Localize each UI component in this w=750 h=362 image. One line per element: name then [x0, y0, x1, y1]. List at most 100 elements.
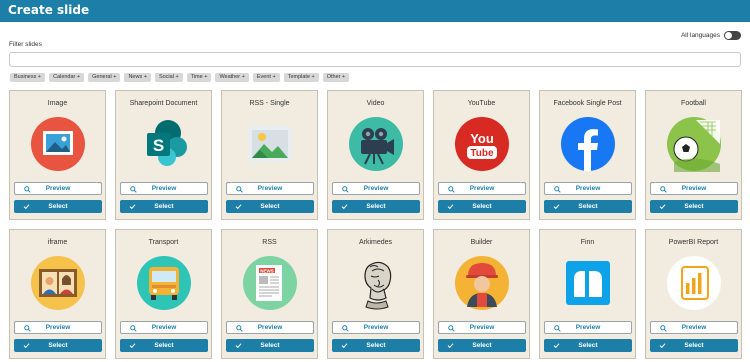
tag-event[interactable]: Event + [252, 73, 280, 82]
select-label: Select [472, 203, 492, 210]
youtube-icon: You Tube [455, 117, 509, 171]
search-icon [24, 325, 31, 332]
slide-card-youtube: YouTube You Tube Preview Select [433, 90, 530, 220]
preview-label: Preview [151, 324, 177, 331]
tag-time[interactable]: Time + [186, 73, 212, 82]
preview-button[interactable]: Preview [14, 182, 102, 195]
select-button[interactable]: Select [650, 200, 738, 213]
checkmark-icon [659, 204, 666, 210]
preview-button[interactable]: Preview [226, 321, 314, 334]
tag-template[interactable]: Template + [283, 73, 319, 82]
tag-calendar[interactable]: Calendar + [49, 73, 85, 82]
slide-title: PowerBI Report [668, 239, 719, 246]
slide-title: Image [47, 100, 68, 107]
select-button[interactable]: Select [332, 339, 420, 352]
preview-button[interactable]: Preview [544, 182, 632, 195]
slide-title: Video [366, 100, 385, 107]
filter-slides-input[interactable] [9, 52, 741, 67]
slide-title: Sharepoint Document [129, 100, 198, 107]
select-label: Select [260, 342, 280, 349]
preview-button[interactable]: Preview [120, 321, 208, 334]
svg-text:You: You [470, 131, 494, 146]
select-label: Select [154, 342, 174, 349]
tag-general[interactable]: General + [88, 73, 121, 82]
tag-social[interactable]: Social + [154, 73, 183, 82]
checkmark-icon [129, 343, 136, 349]
search-icon [342, 325, 349, 332]
checkmark-icon [235, 343, 242, 349]
tag-weather[interactable]: Weather + [215, 73, 249, 82]
search-icon [342, 186, 349, 193]
slide-title: Transport [148, 239, 179, 246]
select-button[interactable]: Select [120, 200, 208, 213]
slide-title: RSS - Single [249, 100, 290, 107]
filter-label: Filter slides [9, 41, 42, 48]
select-button[interactable]: Select [650, 339, 738, 352]
search-icon [660, 186, 667, 193]
preview-button[interactable]: Preview [226, 182, 314, 195]
preview-button[interactable]: Preview [544, 321, 632, 334]
checkmark-icon [341, 343, 348, 349]
checkmark-icon [553, 343, 560, 349]
preview-button[interactable]: Preview [438, 182, 526, 195]
preview-button[interactable]: Preview [14, 321, 102, 334]
select-label: Select [684, 342, 704, 349]
facebook-icon [561, 117, 615, 171]
checkmark-icon [129, 204, 136, 210]
all-languages-toggle[interactable] [724, 31, 741, 40]
preview-label: Preview [681, 324, 707, 331]
select-label: Select [48, 203, 68, 210]
slide-title: Arkimedes [358, 239, 393, 246]
select-button[interactable]: Select [14, 339, 102, 352]
image-icon [31, 117, 85, 171]
preview-button[interactable]: Preview [332, 321, 420, 334]
preview-label: Preview [575, 324, 601, 331]
slide-card-rss: RSS NEWS Preview Select [221, 229, 318, 359]
slide-card-finn: Finn Preview Select [539, 229, 636, 359]
slide-title: iframe [47, 239, 68, 246]
preview-label: Preview [469, 324, 495, 331]
preview-label: Preview [257, 324, 283, 331]
sharepoint-icon: S [147, 120, 187, 166]
select-button[interactable]: Select [544, 339, 632, 352]
select-button[interactable]: Select [438, 200, 526, 213]
checkmark-icon [447, 343, 454, 349]
search-icon [448, 325, 455, 332]
checkmark-icon [447, 204, 454, 210]
svg-text:S: S [153, 136, 164, 155]
preview-label: Preview [45, 324, 71, 331]
slide-grid: Image Preview Select Sharepoint Document… [9, 90, 742, 359]
select-label: Select [578, 203, 598, 210]
select-button[interactable]: Select [226, 200, 314, 213]
select-label: Select [578, 342, 598, 349]
select-button[interactable]: Select [332, 200, 420, 213]
preview-button[interactable]: Preview [650, 182, 738, 195]
select-button[interactable]: Select [544, 200, 632, 213]
preview-button[interactable]: Preview [650, 321, 738, 334]
preview-button[interactable]: Preview [120, 182, 208, 195]
slide-card-video: Video Preview Select [327, 90, 424, 220]
app-header: Create slide [0, 0, 750, 22]
tag-other[interactable]: Other + [322, 73, 350, 82]
preview-button[interactable]: Preview [438, 321, 526, 334]
language-toggle-label: All languages [680, 32, 720, 39]
preview-label: Preview [151, 185, 177, 192]
select-button[interactable]: Select [120, 339, 208, 352]
page-title: Create slide [8, 3, 90, 17]
select-button[interactable]: Select [226, 339, 314, 352]
powerbi-icon [667, 256, 721, 310]
toggle-knob [725, 32, 732, 39]
checkmark-icon [235, 204, 242, 210]
search-icon [554, 325, 561, 332]
preview-label: Preview [363, 324, 389, 331]
tag-business[interactable]: Business + [10, 73, 46, 82]
preview-label: Preview [575, 185, 601, 192]
select-button[interactable]: Select [14, 200, 102, 213]
football-icon [667, 117, 721, 172]
slide-title: YouTube [467, 100, 496, 107]
tag-news[interactable]: News + [124, 73, 151, 82]
slide-card-transport: Transport Preview Select [115, 229, 212, 359]
preview-button[interactable]: Preview [332, 182, 420, 195]
builder-icon [455, 256, 509, 310]
select-button[interactable]: Select [438, 339, 526, 352]
